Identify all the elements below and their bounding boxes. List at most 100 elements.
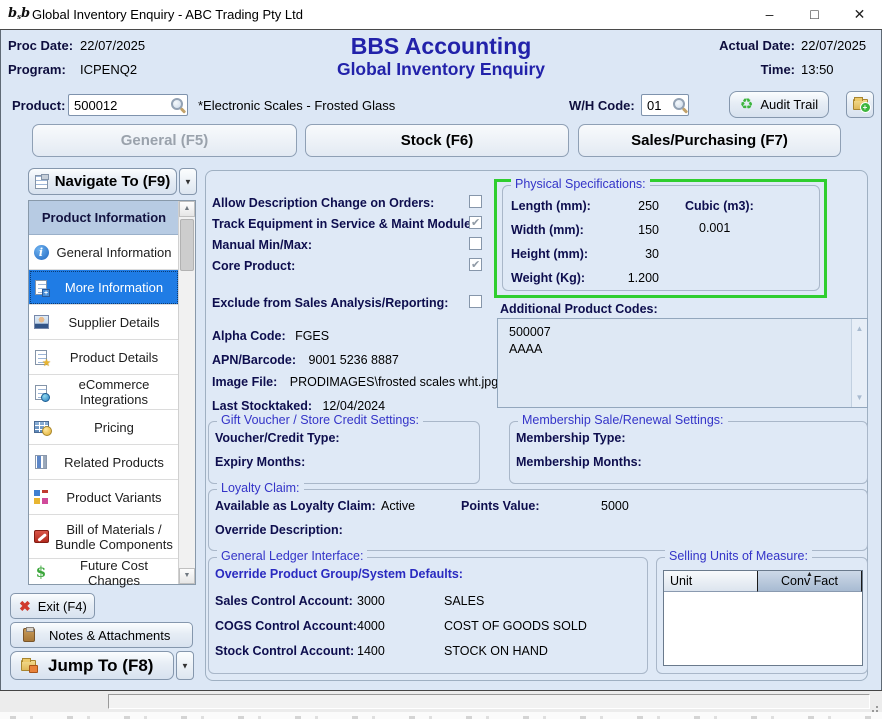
notes-attachments-button[interactable]: Notes & Attachments [10, 622, 193, 648]
group-title: Gift Voucher / Store Credit Settings: [217, 413, 423, 427]
membership-months-label: Membership Months: [516, 455, 642, 469]
tab-sales-purchasing[interactable]: Sales/Purchasing (F7) [578, 124, 841, 157]
cubic-value: 0.001 [699, 221, 730, 235]
sidebar-scrollbar[interactable]: ▲ ▼ [178, 201, 195, 584]
additional-codes-label: Additional Product Codes: [500, 302, 658, 316]
more-information-panel: Allow Description Change on Orders: Trac… [205, 170, 868, 681]
loyalty-claim-group: Loyalty Claim: Available as Loyalty Clai… [208, 489, 868, 551]
selling-units-group: Selling Units of Measure: Unit Conv Fact [656, 557, 868, 674]
scroll-down-button[interactable]: ▼ [179, 568, 195, 584]
product-label: Product: [12, 98, 65, 113]
stock-account-label: Stock Control Account: [215, 644, 354, 658]
exit-button[interactable]: ✖ Exit (F4) [10, 593, 95, 619]
notes-attachments-label: Notes & Attachments [49, 628, 170, 643]
product-input[interactable] [68, 94, 188, 116]
exit-label: Exit (F4) [38, 599, 87, 614]
weight-label: Weight (Kg): [511, 271, 585, 285]
sidebar-item-future-cost-changes[interactable]: $ Future Cost Changes [29, 559, 179, 586]
app-icon: bsb [8, 5, 26, 23]
sidebar-item-product-details[interactable]: ★ Product Details [29, 340, 179, 375]
checkbox-label: Allow Description Change on Orders: [212, 196, 434, 210]
tab-stock[interactable]: Stock (F6) [305, 124, 569, 157]
product-search-icon[interactable] [171, 98, 185, 112]
sales-account-number: 3000 [357, 594, 385, 608]
wh-code-label: W/H Code: [569, 98, 635, 113]
voucher-type-label: Voucher/Credit Type: [215, 431, 340, 445]
person-icon [29, 315, 53, 329]
field-value: FGES [295, 329, 329, 343]
tab-general[interactable]: General (F5) [32, 124, 297, 157]
variants-icon [29, 490, 53, 504]
stock-account-number: 1400 [357, 644, 385, 658]
sidebar-item-general-information[interactable]: i General Information [29, 235, 179, 270]
actual-date-label: Actual Date: [710, 38, 795, 53]
new-record-button[interactable] [846, 91, 874, 118]
sidebar-item-label: eCommerce Integrations [53, 377, 179, 407]
conv-fact-column-header[interactable]: Conv Fact [758, 571, 862, 592]
product-description: *Electronic Scales - Frosted Glass [198, 98, 395, 113]
dollar-icon: $ [29, 565, 53, 580]
cubic-label: Cubic (m3): [685, 199, 754, 213]
status-bar [0, 691, 882, 712]
sidebar-item-label: Supplier Details [53, 315, 179, 330]
gl-subtitle: Override Product Group/System Defaults: [215, 567, 463, 581]
additional-codes-listbox[interactable]: 500007 AAAA ▲ ▼ [497, 318, 868, 408]
jump-to-label: Jump To (F8) [48, 656, 153, 676]
field-row: Image File: PRODIMAGES\frosted scales wh… [212, 373, 498, 391]
info-icon: i [29, 245, 53, 260]
cogs-account-number: 4000 [357, 619, 385, 633]
sidebar-item-ecommerce-integrations[interactable]: eCommerce Integrations [29, 375, 179, 410]
core-product-checkbox[interactable] [469, 258, 482, 271]
navigate-dropdown-button[interactable] [179, 168, 197, 195]
sidebar-item-bill-of-materials[interactable]: Bill of Materials / Bundle Components [29, 515, 179, 559]
additional-codes-list: 500007 AAAA [509, 324, 551, 358]
manual-minmax-checkbox[interactable] [469, 237, 482, 250]
code-item[interactable]: 500007 [509, 324, 551, 341]
allow-description-checkbox[interactable] [469, 195, 482, 208]
expiry-months-label: Expiry Months: [215, 455, 305, 469]
time-value: 13:50 [801, 62, 834, 77]
scroll-down-icon[interactable]: ▼ [852, 390, 867, 405]
field-label: APN/Barcode: [212, 353, 296, 367]
width-value: 150 [595, 223, 659, 237]
group-title: General Ledger Interface: [217, 549, 367, 563]
scroll-thumb[interactable] [180, 219, 194, 271]
units-table: Unit Conv Fact [663, 570, 863, 666]
audit-trail-label: Audit Trail [760, 97, 818, 112]
checkbox-label: Exclude from Sales Analysis/Reporting: [212, 296, 448, 310]
cogs-account-label: COGS Control Account: [215, 619, 357, 633]
audit-trail-button[interactable]: ♻ Audit Trail [729, 91, 829, 118]
sidebar-item-more-information[interactable]: + More Information [29, 270, 179, 305]
membership-group: Membership Sale/Renewal Settings: Member… [509, 421, 868, 484]
stock-account-desc: STOCK ON HAND [444, 644, 548, 658]
scroll-up-button[interactable]: ▲ [179, 201, 195, 217]
minimize-button[interactable]: – [747, 0, 792, 29]
sidebar-item-supplier-details[interactable]: Supplier Details [29, 305, 179, 340]
maximize-button[interactable]: □ [792, 0, 837, 29]
resize-grip[interactable] [876, 706, 878, 708]
close-button[interactable]: ✕ [837, 0, 882, 29]
navigate-to-button[interactable]: Navigate To (F9) [28, 168, 177, 195]
sidebar-item-label: Product Variants [53, 490, 179, 505]
application-window: bsb Global Inventory Enquiry - ABC Tradi… [0, 0, 882, 719]
clipboard-icon [23, 628, 35, 642]
code-item[interactable]: AAAA [509, 341, 551, 358]
points-value: 5000 [601, 499, 629, 513]
jump-to-button[interactable]: Jump To (F8) [10, 651, 174, 680]
track-equipment-checkbox[interactable] [469, 216, 482, 229]
exclude-sales-analysis-checkbox[interactable] [469, 295, 482, 308]
height-label: Height (mm): [511, 247, 588, 261]
scroll-up-icon[interactable]: ▲ [852, 321, 867, 336]
checkbox-label: Manual Min/Max: [212, 238, 312, 252]
navigation-list: Product Information i General Informatio… [28, 200, 196, 585]
codes-scrollbar[interactable]: ▲ ▼ [851, 319, 867, 407]
unit-column-header[interactable]: Unit [664, 571, 758, 592]
navigate-to-label: Navigate To (F9) [55, 173, 171, 190]
jump-to-dropdown-button[interactable] [176, 651, 194, 680]
sidebar-item-pricing[interactable]: Pricing [29, 410, 179, 445]
sidebar-item-product-variants[interactable]: Product Variants [29, 480, 179, 515]
wh-code-search-icon[interactable] [673, 98, 687, 112]
navigate-list-icon [35, 175, 48, 189]
product-field-wrap [68, 94, 188, 116]
sidebar-item-related-products[interactable]: Related Products [29, 445, 179, 480]
